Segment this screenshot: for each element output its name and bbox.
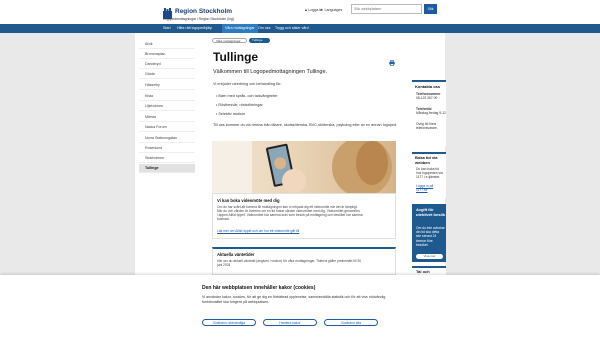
sidebar-item-marsta[interactable]: Märsta [139,113,195,122]
nav-item-vara-mottagningar[interactable]: Våra mottagningar [222,24,258,33]
fee-show-more-button[interactable]: Visa mer [416,254,443,259]
crown-icon [163,6,172,19]
site-subtitle[interactable]: Logopedmottagningar i Region Stockholm (… [163,17,234,21]
breadcrumb-vara-mottagningar[interactable]: Våra mottagningar [212,38,247,43]
sidebar-item-tullinge[interactable]: Tullinge [139,164,195,173]
video-meeting-text: kostnad. [217,217,230,221]
manage-cookies-button[interactable]: Hantera kakor [263,319,317,326]
search-input[interactable] [351,4,422,14]
booking-title: Boka tid via webben [415,155,438,165]
intro-text: Vi erbjuder utredning och behandling för… [213,82,282,86]
video-meeting-link[interactable]: Läs mer om Alltid öppet och om hur ett v… [217,229,299,233]
fee-title: Avgift för uteblivet besök [416,207,446,217]
search-button[interactable]: Sök [424,4,437,14]
phone-time: Måndag-fredag 9-12 [416,111,446,115]
page-title: Tullinge [213,50,259,64]
bullet-item: • Selektiv mutism [216,112,245,116]
sidebar-item-brommaplan[interactable]: Brommaplan [139,50,195,59]
lock-icon: 🔒︎ [305,8,307,12]
referral-text: Till oss kommer du via remiss från läkar… [213,123,398,127]
print-icon[interactable] [389,53,395,66]
nav-item-hitta-ratt[interactable]: Hitta rätt logopedhjälp [174,24,215,33]
top-header [0,0,600,24]
bullet-text: Röstbesvär, röststörningar [218,103,263,107]
region-stockholm-logo[interactable]: Region Stockholm [163,6,233,19]
nav-item-start[interactable]: Start [160,24,174,33]
breadcrumb-tullinge: Tullinge [249,38,270,43]
video-meeting-text: i appen Alltid öppet. Videomötet har sam… [217,213,363,217]
bullet-item: • Röstbesvär, röststörningar [216,103,263,107]
lead-text: Välkommen till Logopedmottagningen Tulli… [213,69,328,75]
cookie-text: Vi använder kakor, cookies, för att ge d… [202,295,386,304]
bullet-text: Selektiv mutism [218,112,245,116]
bullet-item: • Barn med språk- och talsvårigheter [216,94,278,98]
sidebar-item-norra-stationsgatan[interactable]: Norra Stationsgatan [139,134,195,143]
bullet-text: Barn med språk- och talsvårigheter [218,94,278,98]
page: Region Stockholm 🔒︎ Logga in ⊕ Languages… [0,0,600,338]
video-meeting-title: Vi kan boka videomöte med dig [217,198,280,203]
cookie-title: Den här webbplatsen innehåller kakor (co… [202,285,316,291]
waiting-times-text: juni 2024 [217,263,231,267]
fee-text: Om du inte avbokar din tid ska detta ske… [416,226,445,247]
booking-link[interactable]: Logga in på 1177.se [416,184,442,192]
waiting-times-text: Här ser du aktuell väntetid (angiven i v… [217,259,362,263]
nav-item-trygg-saker-vard[interactable]: Trygg och säker vård [272,24,312,33]
speech-title: Tal och [416,269,430,274]
waiting-times-title: Aktuella väntetider [217,252,255,257]
languages-link[interactable]: ⊕ Languages [320,8,342,12]
sidebar-item-liljeholmen[interactable]: Liljeholmen [139,102,195,111]
sidebar-item-danderyd[interactable]: Danderyd [139,60,195,69]
languages-label: Languages [324,8,343,12]
contact-title: Kontakta oss [415,84,441,89]
sidebar-item-hasselby[interactable]: Hässelby [139,81,195,90]
sidebar-item-nacka-forum[interactable]: Nacka Forum [139,123,195,132]
globe-icon: ⊕ [320,8,324,12]
video-call-photo [212,141,396,193]
sidebar-item-rosenlund[interactable]: Rosenlund [139,144,195,153]
logo-text: Region Stockholm [175,8,233,15]
nav-item-om-oss[interactable]: Om oss [255,24,273,33]
phone-number[interactable]: 08-123 367 00 [416,96,437,100]
booking-text: Du kan boka tid hos logopeden via 1177 i… [416,167,443,180]
sidebar-item-alvik[interactable]: Alvik [139,40,195,49]
sidebar-item-kista[interactable]: Kista [139,92,195,101]
sidebar-item-garde[interactable]: Gärde [139,70,195,79]
accept-necessary-button[interactable]: Godkänn nödvändiga [202,319,256,326]
accept-all-button[interactable]: Godkänn alla [324,319,378,326]
phone-time-extra: Övrig tid finns telefonsvarare. [416,122,438,131]
sidebar-item-skarholmen[interactable]: Skärholmen [139,154,195,163]
